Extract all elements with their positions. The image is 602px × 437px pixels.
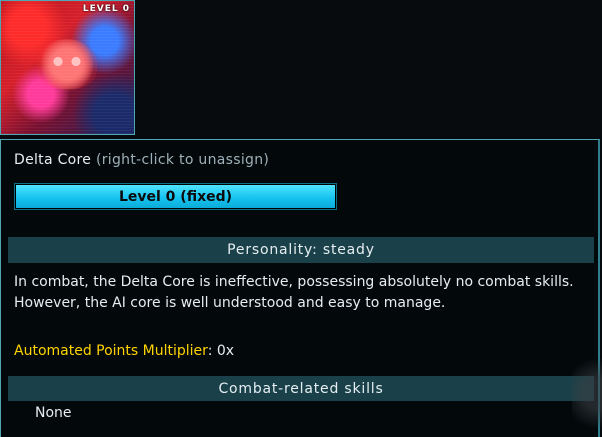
skill-item: None bbox=[35, 405, 72, 421]
core-name: Delta Core bbox=[14, 152, 92, 168]
top-backdrop bbox=[137, 0, 602, 139]
multiplier-label: Automated Points Multiplier bbox=[14, 343, 208, 359]
personality-header: Personality: steady bbox=[8, 237, 594, 263]
portrait-scanlines bbox=[1, 1, 134, 134]
unassign-hint: (right-click to unassign) bbox=[95, 152, 270, 168]
multiplier-value: 0x bbox=[216, 343, 235, 359]
core-title[interactable]: Delta Core (right-click to unassign) bbox=[14, 152, 269, 168]
ai-core-portrait: LEVEL 0 bbox=[0, 0, 135, 135]
core-info-panel: Delta Core (right-click to unassign) Lev… bbox=[0, 139, 600, 437]
background-edge-art bbox=[572, 350, 602, 437]
multiplier-separator: : bbox=[207, 343, 217, 359]
level-badge: LEVEL 0 bbox=[82, 4, 130, 14]
points-multiplier: Automated Points Multiplier: 0x bbox=[14, 343, 234, 359]
level-button[interactable]: Level 0 (fixed) bbox=[14, 183, 337, 210]
core-description: In combat, the Delta Core is ineffective… bbox=[14, 274, 574, 311]
combat-skills-header: Combat-related skills bbox=[8, 376, 594, 401]
